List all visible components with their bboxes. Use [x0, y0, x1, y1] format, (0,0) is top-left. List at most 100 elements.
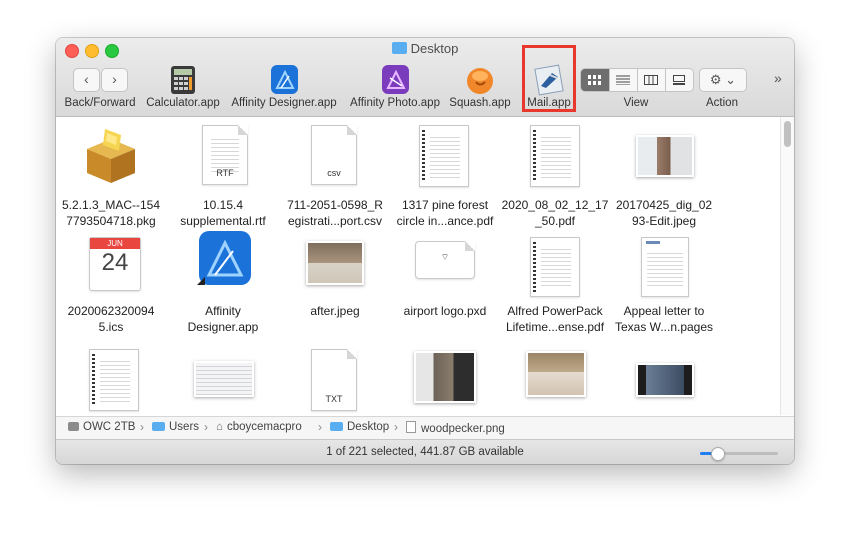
view-label: View	[623, 97, 649, 109]
back-button[interactable]: ‹	[73, 68, 100, 92]
forward-button[interactable]: ›	[101, 68, 128, 92]
file-name-line-2: 5.ics	[98, 320, 124, 334]
column-view-button[interactable]	[637, 69, 666, 91]
file-item[interactable]: RTF 10.15.4 supplemental.rtf	[168, 117, 278, 229]
file-name-line-1: 2020062320094	[67, 304, 155, 318]
file-item[interactable]: 5.2.1.3_MAC--154 7793504718.pkg	[56, 117, 166, 229]
icon-view-button[interactable]	[581, 69, 610, 91]
photo-thumbnail-icon	[636, 135, 694, 177]
finder-window: Desktop ‹ › Back/Forward Calculator.app	[56, 38, 794, 464]
file-name-line-2: supplemental.rtf	[180, 214, 266, 228]
file-item[interactable]	[390, 341, 500, 415]
file-name-line-2: 7793504718.pkg	[66, 214, 156, 228]
pdf-document-icon	[530, 237, 580, 297]
pdf-document-icon	[89, 349, 139, 411]
file-name-line-1: airport logo.pxd	[403, 304, 487, 318]
file-name-line-1: 1317 pine forest	[401, 198, 489, 212]
affinity-designer-icon	[195, 229, 251, 289]
back-forward-label: Back/Forward	[64, 97, 136, 109]
path-item-desktop[interactable]: Desktop	[330, 421, 389, 433]
toolbar-app-label: Calculator.app	[146, 97, 220, 109]
affinity-photo-icon	[378, 64, 412, 96]
file-extension-label: TXT	[325, 394, 343, 404]
action-button[interactable]: ⚙ ⌄	[699, 68, 747, 92]
file-name-line-1: after.jpeg	[310, 304, 360, 318]
file-item[interactable]: Appeal letter to Texas W...n.pages	[609, 229, 719, 341]
calendar-month: JUN	[90, 238, 140, 249]
image-file-icon	[406, 421, 416, 433]
action-label: Action	[706, 97, 738, 109]
path-separator: ›	[394, 420, 398, 434]
file-name-line-1: 2020_08_02_12_17	[501, 198, 609, 212]
photo-thumbnail-icon	[526, 351, 586, 397]
slider-knob[interactable]	[711, 447, 725, 461]
file-extension-label: csv	[327, 168, 341, 178]
file-item[interactable]: 2020_08_02_12_17 _50.pdf	[500, 117, 610, 229]
file-extension-label: RTF	[216, 168, 234, 178]
window-title: Desktop	[56, 41, 794, 56]
file-item[interactable]: Affinity Designer.app	[168, 229, 278, 341]
file-name-line-2: circle in...ance.pdf	[396, 214, 494, 228]
file-item[interactable]: after.jpeg	[280, 229, 390, 341]
spreadsheet-thumbnail-icon	[194, 361, 254, 397]
file-name-line-1: 10.15.4	[202, 198, 244, 212]
file-item[interactable]: 20170425_dig_02 93-Edit.jpeg	[609, 117, 719, 229]
view-segmented-control	[580, 68, 694, 92]
file-item[interactable]: TXT	[280, 341, 390, 415]
file-item[interactable]: JUN 24 2020062320094 5.ics	[56, 229, 166, 341]
path-item-home[interactable]: ⌂ cboycemacpro	[216, 421, 302, 433]
gallery-view-button[interactable]	[665, 69, 693, 91]
file-name-line-2: Designer.app	[187, 320, 259, 334]
photo-thumbnail-icon	[414, 351, 476, 403]
path-item-users[interactable]: Users	[152, 421, 199, 433]
status-text: 1 of 221 selected, 441.87 GB available	[326, 446, 524, 458]
home-icon: ⌂	[216, 421, 223, 433]
file-name-line-1: Alfred PowerPack	[507, 304, 603, 318]
calendar-day: 24	[101, 249, 129, 276]
calculator-icon	[166, 64, 200, 96]
icon-size-slider[interactable]	[700, 447, 778, 461]
affinity-designer-icon	[267, 64, 301, 96]
folder-icon	[152, 422, 165, 431]
file-name-line-1: 20170425_dig_02	[615, 198, 713, 212]
file-icon-grid: 5.2.1.3_MAC--154 7793504718.pkg RTF 10.1…	[56, 117, 794, 415]
path-item-owc-2tb[interactable]: OWC 2TB	[68, 421, 135, 433]
toolbar-overflow-button[interactable]: »	[774, 70, 782, 86]
disk-icon	[68, 422, 79, 431]
file-item[interactable]: csv 711-2051-0598_R egistrati...port.csv	[280, 117, 390, 229]
folder-icon	[330, 422, 343, 431]
pdf-document-icon	[530, 125, 580, 187]
pdf-document-icon	[419, 125, 469, 187]
file-item[interactable]: ⌔ airport logo.pxd	[390, 229, 500, 341]
file-item[interactable]: Alfred PowerPack Lifetime...ense.pdf	[500, 229, 610, 341]
file-name-line-1: Appeal letter to	[623, 304, 705, 318]
calendar-icon: JUN 24	[89, 237, 141, 291]
back-forward-control: ‹ ›	[73, 68, 128, 92]
squash-icon	[463, 64, 497, 96]
photo-thumbnail-icon	[636, 363, 694, 397]
mail-highlight-box	[522, 45, 576, 112]
file-name-line-1: Affinity	[205, 304, 241, 318]
file-item[interactable]: 1317 pine forest circle in...ance.pdf	[390, 117, 500, 229]
path-bar: OWC 2TB › Users › ⌂ cboycemacpro › Deskto…	[56, 416, 794, 439]
path-separator: ›	[140, 420, 144, 434]
toolbar-app-label: Squash.app	[449, 97, 511, 109]
file-name-line-2: Texas W...n.pages	[614, 320, 714, 334]
vertical-scrollbar[interactable]	[780, 117, 794, 415]
pages-document-icon	[641, 237, 689, 297]
toolbar: Desktop ‹ › Back/Forward Calculator.app	[56, 38, 794, 117]
file-item[interactable]	[168, 341, 278, 415]
rtf-document-icon: RTF	[202, 125, 248, 185]
file-item[interactable]	[56, 341, 166, 415]
toolbar-app-label: Affinity Photo.app	[350, 97, 440, 109]
path-item-woodpecker[interactable]: woodpecker.png	[406, 421, 505, 435]
scrollbar-thumb[interactable]	[784, 121, 791, 147]
file-item[interactable]	[500, 341, 610, 415]
pxd-document-icon: ⌔	[415, 241, 475, 279]
list-view-button[interactable]	[609, 69, 638, 91]
file-item[interactable]	[609, 341, 719, 415]
file-name-line-2: Lifetime...ense.pdf	[505, 320, 605, 334]
path-separator: ›	[318, 420, 322, 434]
photo-thumbnail-icon	[306, 241, 364, 285]
folder-icon	[391, 42, 407, 54]
